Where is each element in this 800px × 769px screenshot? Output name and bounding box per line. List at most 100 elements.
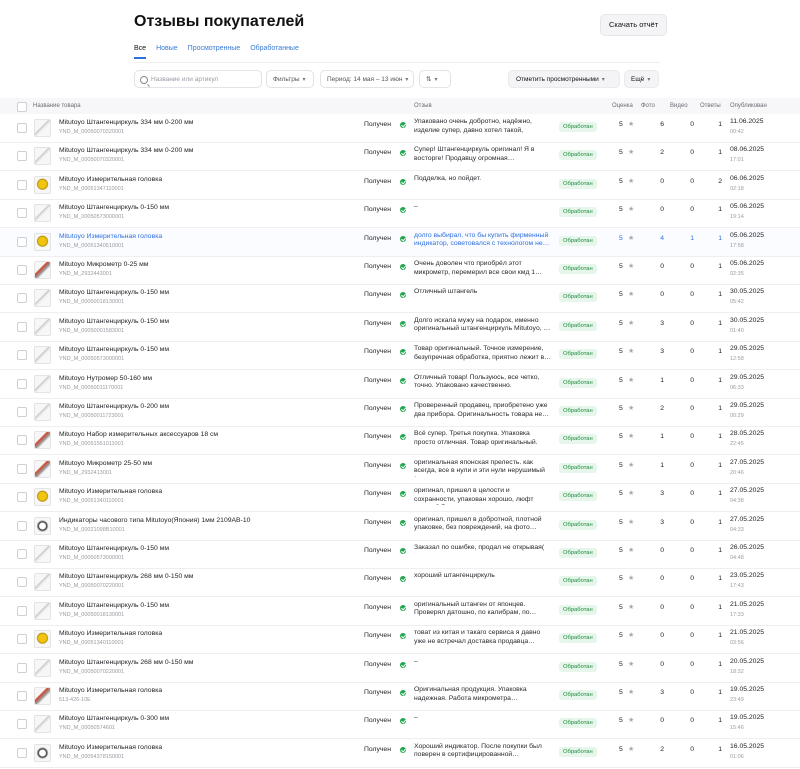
row-checkbox[interactable] bbox=[17, 123, 27, 133]
review-text[interactable]: Хороший индикатор. После покупки был пов… bbox=[414, 743, 552, 761]
product-name[interactable]: Mitutoyo Штангенциркуль 268 мм 0-150 мм bbox=[59, 659, 193, 666]
product-thumbnail[interactable] bbox=[34, 317, 51, 336]
review-text[interactable]: долго выбирал, что бы купить фирменный и… bbox=[414, 232, 552, 250]
row-checkbox[interactable] bbox=[17, 378, 27, 389]
table-row[interactable]: Mitutoyo Набор измерительных аксессуаров… bbox=[0, 426, 800, 456]
product-name[interactable]: Mitutoyo Штангенциркуль 0-150 мм bbox=[59, 289, 169, 296]
product-thumbnail[interactable] bbox=[34, 459, 51, 478]
row-checkbox[interactable] bbox=[17, 208, 27, 219]
tab-all[interactable]: Все bbox=[134, 45, 147, 59]
row-checkbox[interactable] bbox=[17, 236, 27, 247]
product-name[interactable]: Mitutoyo Измерительная головка bbox=[59, 488, 162, 495]
header-video[interactable]: Видео bbox=[670, 103, 688, 109]
product-thumbnail[interactable] bbox=[34, 687, 51, 705]
header-published[interactable]: Опубликован bbox=[730, 103, 767, 109]
review-text[interactable]: оригинальный штанген от японцев. Проверя… bbox=[414, 601, 552, 619]
table-row[interactable]: Mitutoyo Штангенциркуль 268 мм 0-150 мм Y… bbox=[0, 654, 800, 683]
product-thumbnail[interactable] bbox=[34, 545, 51, 563]
table-row[interactable]: Mitutoyo Штангенциркуль 268 мм 0-150 мм Y… bbox=[0, 568, 800, 598]
review-text[interactable]: Подделка, но пойдет. bbox=[414, 175, 552, 193]
row-checkbox[interactable] bbox=[17, 520, 27, 531]
row-checkbox[interactable] bbox=[17, 634, 27, 645]
more-dropdown[interactable]: Ещё ▾ bbox=[624, 70, 659, 88]
table-row[interactable]: Mitutoyo Измерительная головка YND_M_0005… bbox=[0, 739, 800, 768]
header-rating[interactable]: Оценка bbox=[612, 103, 633, 109]
product-thumbnail[interactable] bbox=[34, 601, 51, 620]
row-checkbox[interactable] bbox=[17, 179, 27, 190]
product-thumbnail[interactable] bbox=[34, 516, 51, 535]
review-text[interactable]: Товар оригинальный. Точное измерение, бе… bbox=[414, 345, 552, 363]
product-thumbnail[interactable] bbox=[34, 261, 51, 279]
mark-viewed-dropdown[interactable]: Отметить просмотренными ▾ bbox=[508, 70, 620, 88]
product-name[interactable]: Mitutoyo Микрометр 25-50 мм bbox=[59, 460, 152, 467]
table-row[interactable]: Mitutoyo Штангенциркуль 0-150 мм YND_M_00… bbox=[0, 199, 800, 229]
row-checkbox[interactable] bbox=[17, 407, 27, 417]
row-checkbox[interactable] bbox=[17, 151, 27, 162]
product-name[interactable]: Mitutoyo Штангенциркуль 334 мм 0-200 мм bbox=[59, 119, 193, 126]
tab-new[interactable]: Новые bbox=[156, 45, 178, 59]
product-thumbnail[interactable] bbox=[34, 147, 51, 166]
sort-dropdown[interactable]: ⇅ ▾ bbox=[419, 70, 451, 88]
row-checkbox[interactable] bbox=[17, 577, 27, 588]
product-thumbnail[interactable] bbox=[34, 573, 51, 592]
row-checkbox[interactable] bbox=[17, 747, 27, 758]
row-checkbox[interactable] bbox=[17, 549, 27, 559]
product-name[interactable]: Mitutoyo Штангенциркуль 0-150 мм bbox=[59, 602, 169, 609]
review-text[interactable]: – bbox=[414, 658, 552, 676]
review-text[interactable]: Проверенный продавец, приобретено уже дв… bbox=[414, 402, 552, 420]
select-all-checkbox[interactable] bbox=[17, 102, 27, 112]
review-text[interactable]: Отличный штангель bbox=[414, 288, 552, 306]
product-thumbnail[interactable] bbox=[34, 119, 51, 137]
row-checkbox[interactable] bbox=[17, 492, 27, 503]
product-name[interactable]: Mitutoyo Штангенциркуль 268 мм 0-150 мм bbox=[59, 573, 193, 580]
review-text[interactable]: Очень доволен что приобрёл этот микромет… bbox=[414, 260, 552, 278]
row-checkbox[interactable] bbox=[17, 350, 27, 361]
review-text[interactable]: товат из китая и такаго сервиса я давно … bbox=[414, 629, 552, 647]
row-checkbox[interactable] bbox=[17, 293, 27, 304]
product-thumbnail[interactable] bbox=[34, 715, 51, 734]
product-name[interactable]: Mitutoyo Штангенциркуль 0-150 мм bbox=[59, 545, 169, 552]
header-answers[interactable]: Ответы bbox=[700, 103, 721, 109]
product-name[interactable]: Mitutoyo Измерительная головка bbox=[59, 176, 162, 183]
review-text[interactable]: Всё супер. Третья покупка. Упаковка прос… bbox=[414, 430, 552, 448]
product-thumbnail[interactable] bbox=[34, 658, 51, 677]
table-row[interactable]: Mitutoyo Штангенциркуль 0-150 мм YND_M_00… bbox=[0, 313, 800, 342]
download-report-button[interactable]: Скачать отчёт bbox=[600, 14, 668, 36]
product-name[interactable]: Mitutoyo Измерительная головка bbox=[59, 744, 162, 751]
review-text[interactable]: оригинальная японская прелесть. как всег… bbox=[414, 459, 552, 477]
product-name[interactable]: Mitutoyo Штангенциркуль 0-300 мм bbox=[59, 715, 169, 722]
row-checkbox[interactable] bbox=[17, 691, 27, 701]
table-row[interactable]: Mitutoyo Измерительная головка 513-426-10… bbox=[0, 682, 800, 711]
product-thumbnail[interactable] bbox=[34, 431, 51, 450]
review-text[interactable]: – bbox=[414, 714, 552, 732]
table-row[interactable]: Mitutoyo Штангенциркуль 0-150 мм YND_M_00… bbox=[0, 284, 800, 314]
product-thumbnail[interactable] bbox=[34, 175, 51, 194]
table-row[interactable]: Mitutoyo Штангенциркуль 0-200 мм YND_M_00… bbox=[0, 398, 800, 427]
product-name[interactable]: Mitutoyo Измерительная головка bbox=[59, 687, 162, 694]
review-text[interactable]: Супер! Штангенциркуль оригинал! Я в вост… bbox=[414, 146, 552, 164]
product-thumbnail[interactable] bbox=[34, 346, 51, 365]
review-text[interactable]: оригинал, пришел в целости и сохранности… bbox=[414, 487, 552, 505]
product-thumbnail[interactable] bbox=[34, 204, 51, 223]
review-text[interactable]: – bbox=[414, 203, 552, 221]
product-name[interactable]: Mitutoyo Штангенциркуль 334 мм 0-200 мм bbox=[59, 147, 193, 154]
product-name[interactable]: Mitutoyo Штангенциркуль 0-150 мм bbox=[59, 204, 169, 211]
table-row[interactable]: Mitutoyo Штангенциркуль 0-300 мм YND_M_00… bbox=[0, 710, 800, 740]
header-product[interactable]: Название товара bbox=[33, 103, 81, 109]
product-thumbnail[interactable] bbox=[34, 743, 51, 762]
product-thumbnail[interactable] bbox=[34, 403, 51, 421]
search-input[interactable]: Название или артикул bbox=[134, 70, 262, 88]
row-checkbox[interactable] bbox=[17, 321, 27, 332]
product-name[interactable]: Mitutoyo Штангенциркуль 0-200 мм bbox=[59, 403, 169, 410]
product-name[interactable]: Mitutoyo Нутромер 50-160 мм bbox=[59, 375, 152, 382]
review-text[interactable]: Заказал по ошибке, продал не открывая( bbox=[414, 544, 552, 562]
table-row[interactable]: Mitutoyo Микрометр 0-25 мм YND_M_29324430… bbox=[0, 256, 800, 285]
row-checkbox[interactable] bbox=[17, 605, 27, 616]
period-dropdown[interactable]: Период: 14 мая – 13 июн ▾ bbox=[320, 70, 414, 88]
table-row[interactable]: Mitutoyo Штангенциркуль 334 мм 0-200 мм Y… bbox=[0, 142, 800, 172]
table-row[interactable]: Mitutoyo Измерительная головка YND_M_0005… bbox=[0, 483, 800, 513]
product-thumbnail[interactable] bbox=[34, 374, 51, 393]
product-thumbnail[interactable] bbox=[34, 232, 51, 251]
product-thumbnail[interactable] bbox=[34, 630, 51, 649]
review-text[interactable]: Упаковано очень добротно, надёжно, издел… bbox=[414, 118, 552, 136]
